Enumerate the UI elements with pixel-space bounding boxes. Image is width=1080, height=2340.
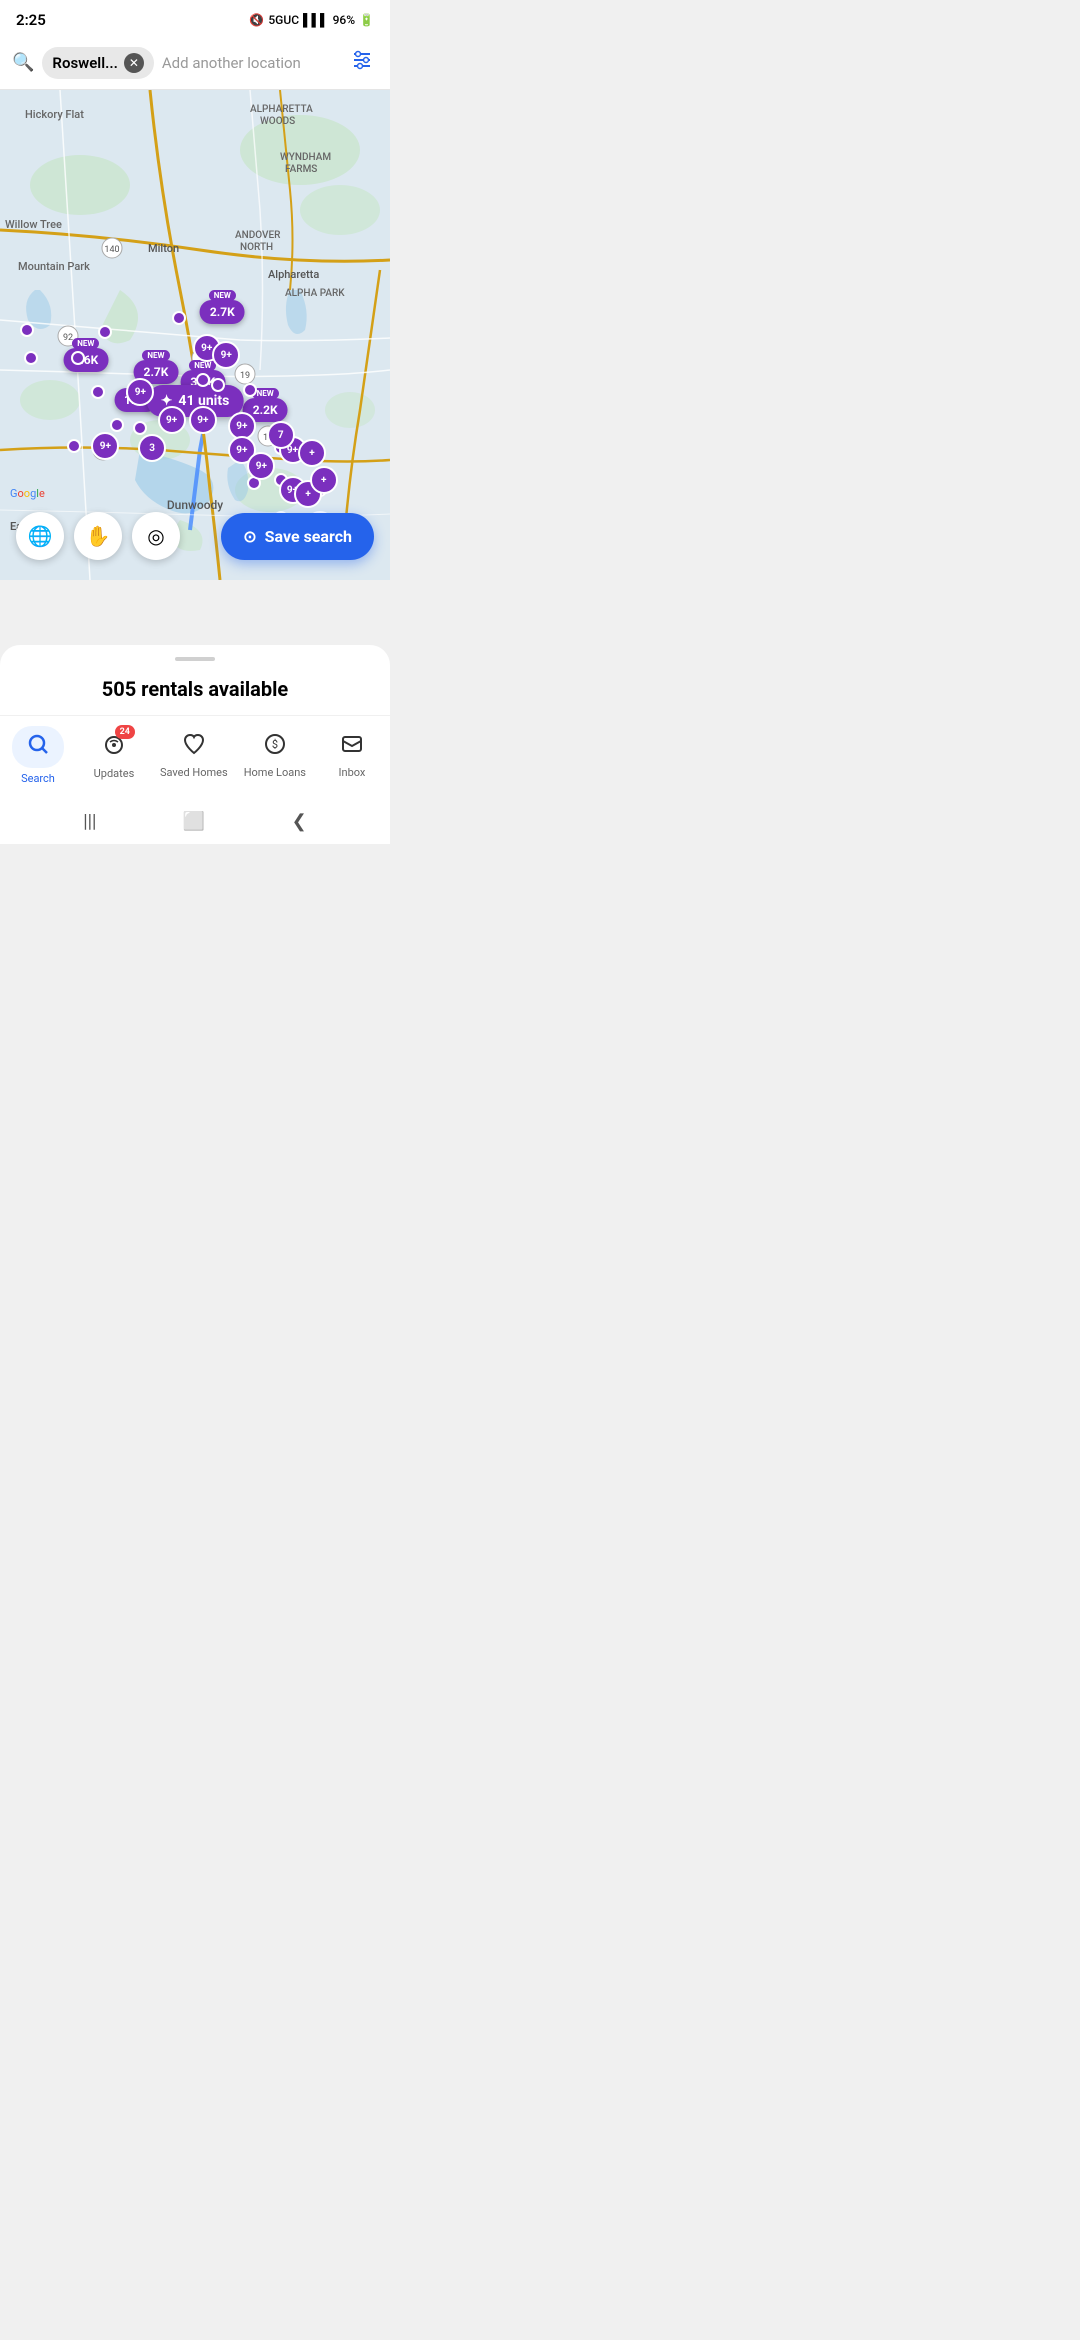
- status-icons: 🔇 5GUC ▌▌▌ 96% 🔋: [249, 13, 374, 27]
- svg-text:WOODS: WOODS: [260, 116, 295, 127]
- nav-saved-homes[interactable]: Saved Homes: [160, 732, 228, 779]
- system-nav: ||| ⬜ ❮: [0, 799, 390, 844]
- search-bar[interactable]: 🔍 Roswell... ✕ Add another location: [0, 36, 390, 90]
- cluster-9plus-5[interactable]: 9+: [189, 406, 217, 434]
- dot-marker-5[interactable]: [172, 311, 186, 325]
- updates-nav-label: Updates: [94, 767, 135, 780]
- svg-text:ALPHARETTA: ALPHARETTA: [250, 104, 313, 115]
- dot-marker-12[interactable]: [133, 421, 147, 435]
- updates-badge: 24: [115, 725, 135, 739]
- home-loans-icon: $: [263, 732, 287, 762]
- inbox-icon: [340, 732, 364, 762]
- clear-location-button[interactable]: ✕: [124, 53, 144, 73]
- google-logo: Google: [10, 487, 45, 500]
- rentals-count: 505 rentals available: [0, 671, 390, 715]
- svg-text:NORTH: NORTH: [240, 242, 273, 253]
- map-controls: 🌐 ✋ ◎: [16, 512, 180, 560]
- dot-marker-10[interactable]: [211, 378, 225, 392]
- cluster-plus-3[interactable]: +: [310, 466, 338, 494]
- home-button[interactable]: ⬜: [183, 811, 205, 832]
- globe-button[interactable]: 🌐: [16, 512, 64, 560]
- saved-homes-label: Saved Homes: [160, 766, 228, 779]
- saved-homes-icon: [182, 732, 206, 762]
- price-marker-27k-1[interactable]: 2.7K: [200, 300, 245, 324]
- back-button[interactable]: ❮: [292, 811, 307, 832]
- dot-marker-9[interactable]: [196, 373, 210, 387]
- cluster-plus-1[interactable]: +: [298, 439, 326, 467]
- svg-text:Mountain Park: Mountain Park: [18, 260, 90, 273]
- sheet-handle[interactable]: [175, 657, 215, 661]
- dunwoody-label: Dunwoody: [167, 498, 223, 512]
- save-search-icon: ⊙: [243, 527, 256, 546]
- svg-text:WYNDHAM: WYNDHAM: [280, 152, 331, 163]
- hand-button[interactable]: ✋: [74, 512, 122, 560]
- nav-inbox[interactable]: Inbox: [322, 732, 382, 779]
- dot-marker-8[interactable]: [243, 383, 257, 397]
- dot-marker-6[interactable]: [91, 385, 105, 399]
- svg-text:ALPHA PARK: ALPHA PARK: [285, 288, 345, 299]
- dot-marker-3[interactable]: [24, 351, 38, 365]
- cluster-9plus-4[interactable]: 9+: [158, 406, 186, 434]
- location-text: Roswell...: [52, 54, 117, 72]
- nav-home-loans[interactable]: $ Home Loans: [244, 732, 306, 779]
- nav-updates[interactable]: 24 Updates: [84, 731, 144, 780]
- svg-text:Milton: Milton: [148, 242, 179, 255]
- svg-text:19: 19: [240, 371, 250, 381]
- battery-icon: 🔋: [359, 13, 374, 27]
- recent-apps-button[interactable]: |||: [83, 811, 96, 832]
- network-label: 5GUC: [268, 13, 299, 27]
- svg-text:ANDOVER: ANDOVER: [235, 230, 281, 241]
- nav-search[interactable]: Search: [8, 726, 68, 785]
- filter-button[interactable]: [346, 44, 378, 81]
- cluster-9plus-3[interactable]: 9+: [126, 378, 154, 406]
- svg-text:Hickory Flat: Hickory Flat: [25, 108, 84, 121]
- svg-text:Willow Tree: Willow Tree: [5, 218, 62, 231]
- status-time: 2:25: [16, 11, 46, 29]
- home-loans-label: Home Loans: [244, 766, 306, 779]
- dot-marker-4[interactable]: [71, 351, 85, 365]
- add-location-input[interactable]: Add another location: [162, 54, 338, 72]
- inbox-label: Inbox: [339, 766, 366, 779]
- search-nav-label: Search: [21, 772, 55, 785]
- bottom-sheet: 505 rentals available Search: [0, 645, 390, 844]
- signal-icon: ▌▌▌: [303, 13, 329, 27]
- status-bar: 2:25 🔇 5GUC ▌▌▌ 96% 🔋: [0, 0, 390, 36]
- svg-text:$: $: [272, 738, 278, 751]
- cluster-3[interactable]: 3: [138, 434, 166, 462]
- bottom-nav: Search 24 Updates Saved Homes: [0, 715, 390, 799]
- cluster-9plus-7[interactable]: 9+: [91, 432, 119, 460]
- location-button[interactable]: ◎: [132, 512, 180, 560]
- cluster-9plus-10[interactable]: 9+: [247, 452, 275, 480]
- dot-marker-11[interactable]: [110, 418, 124, 432]
- svg-text:Alpharetta: Alpharetta: [268, 268, 319, 281]
- svg-text:FARMS: FARMS: [285, 164, 317, 175]
- price-marker-16k[interactable]: 1.6K: [63, 348, 108, 372]
- battery-label: 96%: [333, 13, 355, 27]
- search-icon: 🔍: [12, 52, 34, 73]
- mute-icon: 🔇: [249, 13, 264, 27]
- svg-text:140: 140: [104, 245, 119, 255]
- updates-nav-icon: 24: [101, 731, 127, 763]
- location-pill[interactable]: Roswell... ✕: [42, 47, 153, 79]
- map-container[interactable]: 140 92 120 Hickory Flat ALPHARETTA WOODS…: [0, 90, 390, 580]
- search-nav-icon: [26, 732, 50, 762]
- cluster-7[interactable]: 7: [267, 421, 295, 449]
- save-search-label: Save search: [265, 527, 352, 546]
- dot-marker-1[interactable]: [20, 323, 34, 337]
- dot-marker-13[interactable]: [67, 439, 81, 453]
- save-search-button[interactable]: ⊙ Save search: [221, 513, 374, 560]
- cluster-9plus-2[interactable]: 9+: [212, 341, 240, 369]
- dot-marker-2[interactable]: [98, 325, 112, 339]
